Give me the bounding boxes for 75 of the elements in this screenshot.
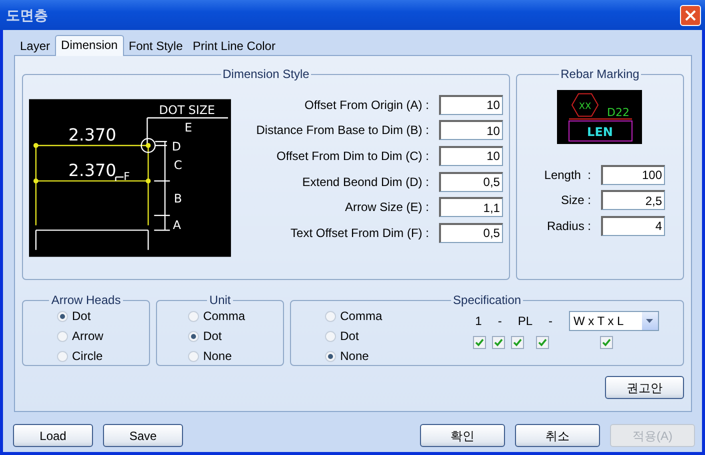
field-label: Length : [544,166,591,184]
input-field[interactable]: 2,5 [601,190,665,210]
field-label: Size : [560,192,591,210]
tab[interactable]: Font Style [124,38,188,55]
radio-label[interactable]: Comma [203,307,246,325]
button[interactable]: 권고안 [605,376,684,399]
checkbox[interactable] [600,336,614,349]
radio-label[interactable]: Dot [203,327,222,345]
checkbox[interactable] [511,336,524,349]
pattern-text: 1 [475,313,482,330]
radio-button[interactable] [57,330,68,342]
diagram-label: D [172,139,181,154]
pattern-text: PL [518,313,532,330]
caret-icon [646,319,653,323]
radio-label[interactable]: Circle [72,347,103,365]
tab[interactable]: Dimension [55,35,124,56]
preview-label: D22 [607,106,630,119]
button[interactable]: Load [13,424,93,447]
field-label: Offset From Origin (A) : [304,96,429,114]
diagram-label: 2.370 [68,124,116,145]
diagram-label: C [174,158,182,172]
group-title: Dimension Style [222,67,310,81]
button[interactable]: 취소 [515,424,600,447]
field-label: Offset From Dim to Dim (C) : [276,148,429,165]
radio-label[interactable]: Dot [340,327,359,345]
input-field[interactable]: 0,5 [438,222,503,243]
radio-button[interactable] [188,330,200,342]
radio-button[interactable] [325,350,336,362]
preview-label: XX [579,102,592,112]
radio-button[interactable] [325,310,336,322]
pattern-text: - [498,313,502,330]
input-field[interactable]: 10 [438,146,503,166]
format-dropdown[interactable]: W x T x L [568,311,658,331]
diagram-label: B [174,192,182,206]
input-field[interactable]: 100 [601,164,665,185]
radio-label[interactable]: None [203,347,232,365]
radio-button[interactable] [325,330,336,342]
input-field[interactable]: 10 [438,120,503,140]
input-field[interactable]: 4 [601,216,665,236]
close-icon[interactable] [680,4,701,26]
input-field[interactable]: 1,1 [438,197,503,218]
tab[interactable]: Layer [15,38,56,55]
pattern-text: - [548,313,552,330]
radio-button[interactable] [57,350,68,362]
input-field[interactable]: 10 [438,94,503,115]
field-label: Extend Beond Dim (D) : [302,174,429,191]
group-title: Specification [452,293,522,307]
group-title: Arrow Heads [50,293,122,307]
radio-button[interactable] [188,310,200,322]
radio-label[interactable]: Arrow [72,327,104,345]
diagram-label: 2.370 [68,160,116,180]
window-title: 도면층 [6,6,48,24]
input-field[interactable]: 0,5 [438,172,503,192]
diagram-label: A [172,218,181,232]
button[interactable]: 확인 [420,424,505,447]
radio-label[interactable]: None [340,347,369,365]
radio-label[interactable]: Comma [340,307,382,325]
button[interactable]: Save [103,424,183,447]
group-title: Unit [208,293,232,307]
diagram-label: F [124,170,130,183]
checkbox[interactable] [473,336,486,349]
checkbox[interactable] [492,336,506,349]
tab[interactable]: Print Line Color [188,38,280,55]
field-label: Text Offset From Dim (F) : [290,224,429,242]
preview-label: LEN [588,125,614,139]
group-title: Rebar Marking [560,67,640,81]
diagram-label: E [184,120,192,135]
diagram-label: DOT SIZE [159,102,215,117]
field-label: Arrow Size (E) : [344,199,429,216]
radio-label[interactable]: Dot [72,307,91,325]
field-label: Radius : [546,218,591,235]
checkbox[interactable] [536,336,550,349]
radio-button[interactable] [188,350,200,362]
radio-button[interactable] [57,310,68,322]
field-label: Distance From Base to Dim (B) : [256,122,429,140]
